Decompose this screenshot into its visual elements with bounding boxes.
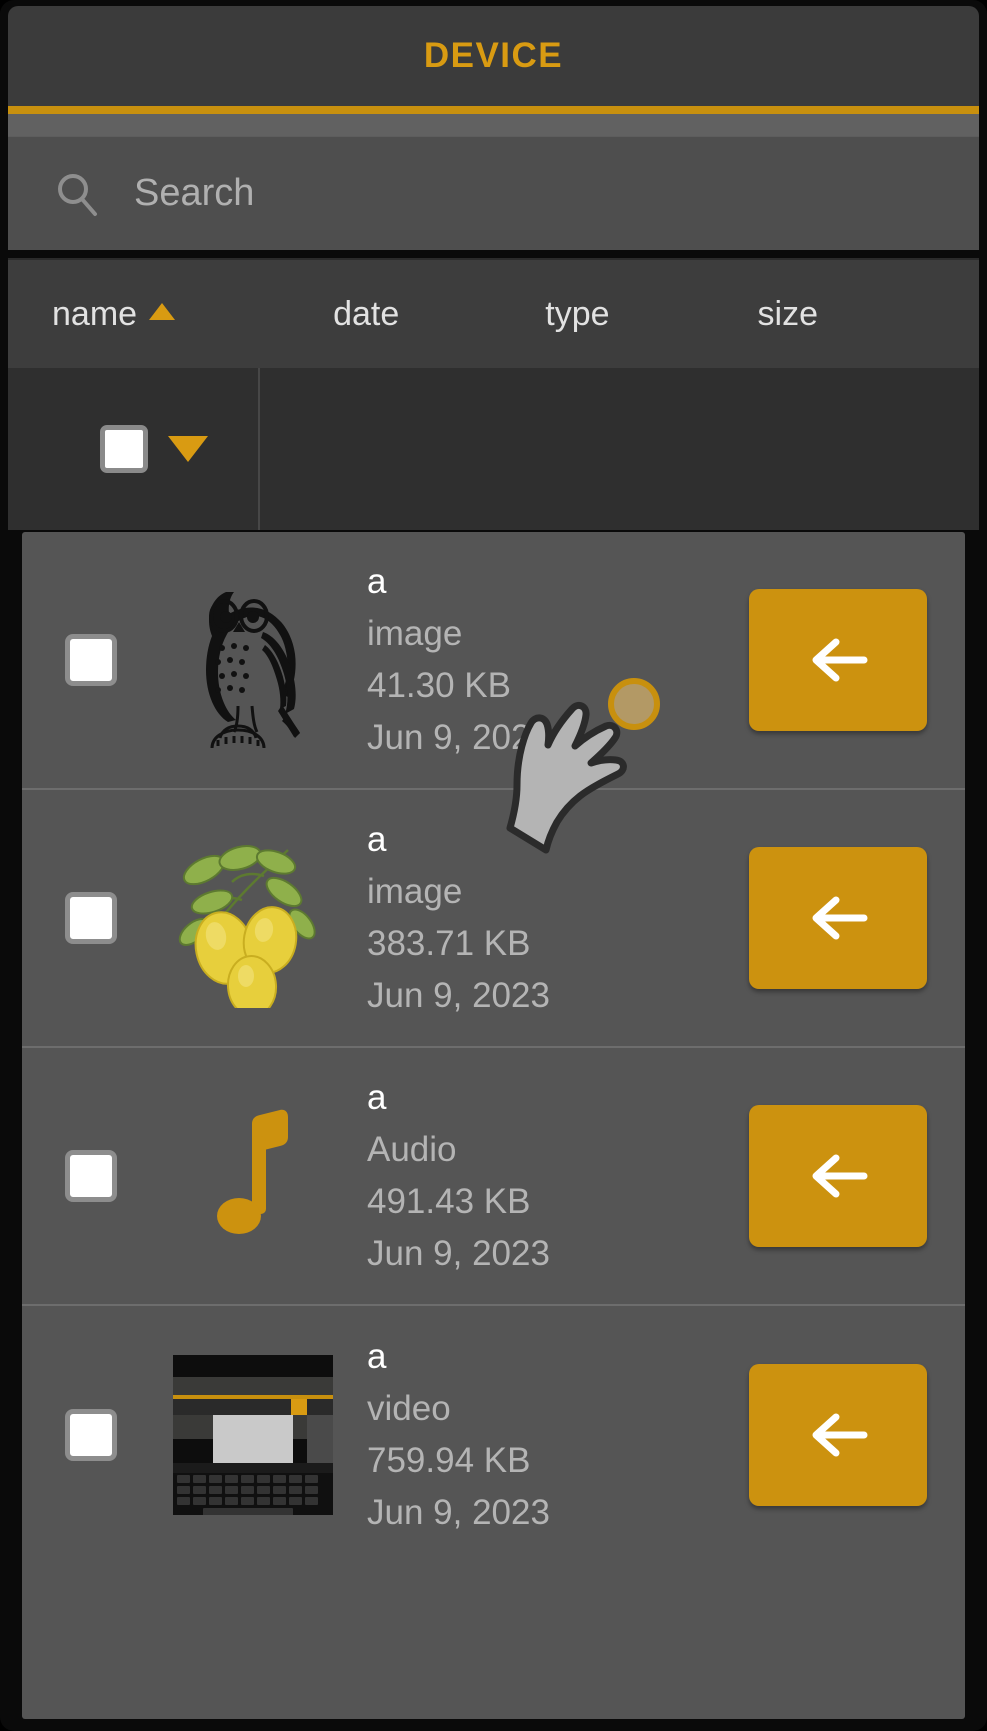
file-name: a (367, 820, 387, 859)
secondary-divider (8, 114, 979, 136)
lemons-watercolor-thumbnail (178, 845, 316, 1008)
row-checkbox[interactable] (65, 892, 117, 944)
chevron-down-icon[interactable] (168, 436, 208, 462)
row-metadata: a image 41.30 KB Jun 9, 2023 (345, 557, 749, 763)
column-header-date[interactable]: date (333, 295, 399, 334)
file-type: image (367, 614, 463, 653)
row-metadata: a image 383.71 KB Jun 9, 2023 (345, 815, 749, 1021)
row-checkbox[interactable] (65, 634, 117, 686)
column-header-name[interactable]: name (52, 294, 176, 334)
arrow-left-icon (812, 1413, 868, 1457)
row-checkbox-cell (22, 1150, 160, 1202)
select-all-checkbox[interactable] (100, 425, 148, 473)
column-header-row: name date type size (8, 258, 979, 368)
transfer-left-button[interactable] (749, 589, 927, 731)
column-header-size[interactable]: size (758, 295, 818, 334)
file-size: 759.94 KB (367, 1441, 531, 1480)
triangle-up-icon (149, 302, 176, 320)
transfer-left-button[interactable] (749, 1364, 927, 1506)
row-thumbnail-cell (160, 826, 345, 1011)
column-header-type-label: type (545, 294, 610, 333)
column-header-date-label: date (333, 294, 400, 333)
owl-illustration-thumbnail (205, 592, 300, 749)
row-thumbnail-cell (160, 568, 345, 753)
search-icon (54, 171, 100, 217)
row-thumbnail-cell (160, 1084, 345, 1269)
arrow-left-icon (812, 1154, 868, 1198)
table-row[interactable]: a Audio 491.43 KB Jun 9, 2023 (22, 1048, 965, 1306)
file-type: Audio (367, 1130, 457, 1169)
device-file-browser-window: DEVICE name date type size (0, 0, 987, 1731)
column-header-type[interactable]: type (545, 295, 609, 334)
file-size: 383.71 KB (367, 924, 531, 963)
file-date: Jun 9, 2023 (367, 976, 550, 1015)
select-all-group (8, 368, 260, 530)
file-date: Jun 9, 2023 (367, 718, 550, 757)
table-row[interactable]: a image 383.71 KB Jun 9, 2023 (22, 790, 965, 1048)
row-metadata: a Audio 491.43 KB Jun 9, 2023 (345, 1073, 749, 1279)
search-bar[interactable] (8, 136, 979, 250)
arrow-left-icon (812, 896, 868, 940)
file-type: image (367, 872, 463, 911)
file-name: a (367, 1078, 387, 1117)
title-bar: DEVICE (8, 6, 979, 106)
row-checkbox[interactable] (65, 1150, 117, 1202)
file-list: a image 41.30 KB Jun 9, 2023 a image 383… (22, 532, 965, 1719)
select-all-bar (8, 368, 979, 530)
file-date: Jun 9, 2023 (367, 1493, 550, 1532)
row-thumbnail-cell (160, 1343, 345, 1528)
file-size: 41.30 KB (367, 666, 511, 705)
file-date: Jun 9, 2023 (367, 1234, 550, 1273)
accent-divider (8, 106, 979, 114)
row-checkbox-cell (22, 892, 160, 944)
table-row[interactable]: a image 41.30 KB Jun 9, 2023 (22, 532, 965, 790)
file-type: video (367, 1389, 451, 1428)
video-screenshot-thumbnail (172, 1355, 333, 1515)
transfer-left-button[interactable] (749, 847, 927, 989)
column-header-name-label: name (52, 294, 138, 333)
row-checkbox-cell (22, 634, 160, 686)
file-size: 491.43 KB (367, 1182, 531, 1221)
table-row[interactable]: a video 759.94 KB Jun 9, 2023 (22, 1306, 965, 1564)
page-title: DEVICE (423, 36, 564, 75)
column-header-size-label: size (757, 294, 818, 333)
row-checkbox-cell (22, 1409, 160, 1461)
music-note-icon (216, 1109, 288, 1234)
search-input[interactable] (134, 172, 834, 215)
file-name: a (367, 1337, 387, 1376)
transfer-left-button[interactable] (749, 1105, 927, 1247)
arrow-left-icon (812, 638, 868, 682)
row-metadata: a video 759.94 KB Jun 9, 2023 (345, 1332, 749, 1538)
row-checkbox[interactable] (65, 1409, 117, 1461)
file-name: a (367, 562, 387, 601)
